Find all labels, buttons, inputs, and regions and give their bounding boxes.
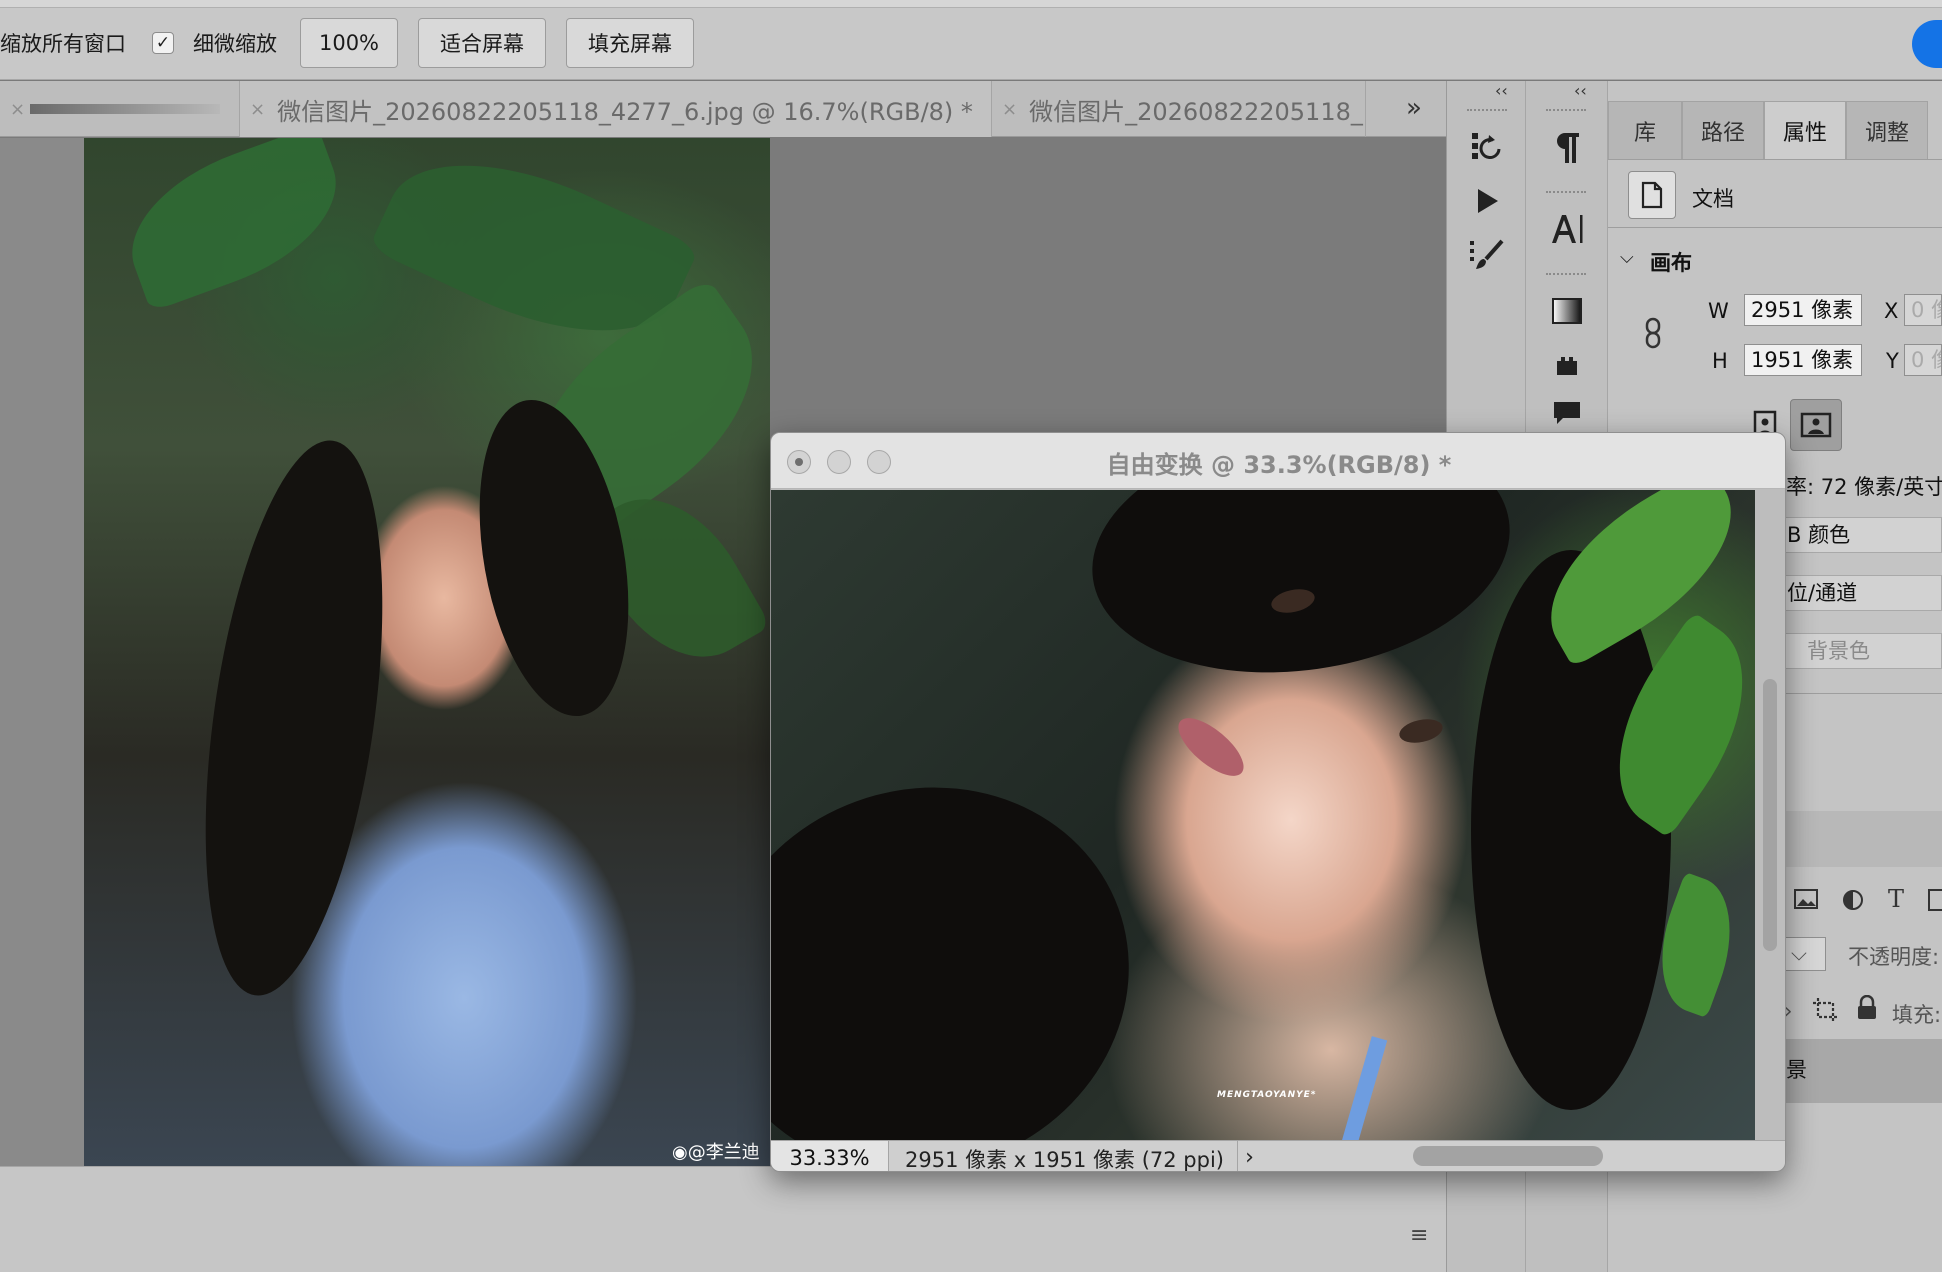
vertical-scrollbar[interactable] [1763,679,1777,951]
scrubby-zoom-checkbox[interactable]: ✓ [152,32,174,54]
scrubby-zoom-label[interactable]: 细微缩放 [193,28,277,58]
resolution-text: 率: 72 像素/英寸 [1786,475,1942,499]
grip-handle[interactable] [1546,273,1586,279]
horizontal-scrollbar[interactable] [1413,1146,1603,1166]
options-bar: 缩放所有窗口 ✓ 细微缩放 100% 适合屏幕 填充屏幕 [0,0,1942,80]
grip-handle[interactable] [1546,191,1586,197]
bit-depth-select[interactable]: 位/通道 [1782,575,1942,611]
chevron-down-icon[interactable]: ⌵ [1620,247,1634,268]
fit-screen-button[interactable]: 适合屏幕 [418,18,546,68]
leaf-shape [110,138,358,313]
character-icon[interactable] [1545,207,1589,251]
tab-paths[interactable]: 路径 [1682,101,1764,159]
crop-lock-icon[interactable] [1812,997,1840,1029]
document-tab-bar: × × 微信图片_20260822205118_4277_6.jpg @ 16.… [0,81,1446,137]
width-field[interactable]: 2951 像素 [1744,294,1862,326]
zoom-all-windows-label[interactable]: 缩放所有窗口 [0,28,126,58]
window-status-bar: 33.33% 2951 像素 x 1951 像素 (72 ppi) › [771,1140,1785,1172]
history-icon[interactable] [1465,125,1509,169]
opacity-label: 不透明度: [1848,945,1940,969]
window-titlebar[interactable]: 自由变换 @ 33.3%(RGB/8) * [771,433,1785,489]
collapse-icon[interactable]: ‹‹ [1495,81,1508,100]
fill-label: 填充: [1892,1003,1942,1027]
height-label: H [1712,349,1728,373]
gradient-icon[interactable] [1545,289,1589,333]
canvas-status-strip: ≡ [0,1166,1446,1272]
tab-libraries[interactable]: 库 [1608,101,1682,159]
tab-adjustments[interactable]: 调整 [1846,101,1928,159]
close-icon[interactable]: × [10,99,25,120]
tabs-overflow-icon[interactable]: » [1406,93,1422,123]
canvas-section-title[interactable]: 画布 [1650,247,1692,277]
image-filter-icon[interactable] [1794,889,1818,915]
blend-mode-select[interactable]: ⌵ [1784,937,1826,971]
close-icon[interactable]: × [250,99,265,120]
shape-filter-icon[interactable] [1928,889,1942,917]
tool-presets-icon[interactable] [1545,343,1589,387]
y-label: Y [1886,349,1899,373]
tab-document-2[interactable]: × 微信图片_20260822205118_4277_6.jpg @ 16.7%… [240,81,992,137]
height-field[interactable]: 1951 像素 [1744,344,1862,376]
x-label: X [1884,299,1899,323]
watermark: ◉@李兰迪 [672,1142,760,1163]
canvas-gutter [0,138,84,1168]
doc-label: 文档 [1692,187,1734,211]
close-icon[interactable]: × [1002,99,1017,120]
y-field[interactable]: 0 像 [1904,344,1942,376]
document-image-preview[interactable]: MENGTAOYANYE* [771,490,1755,1140]
photoshop-app: 缩放所有窗口 ✓ 细微缩放 100% 适合屏幕 填充屏幕 × × 微信图片_20… [0,0,1942,1272]
color-mode-select[interactable]: B 颜色 [1782,517,1942,553]
comments-icon[interactable] [1545,391,1589,435]
type-filter-icon[interactable]: T [1888,885,1904,913]
tab-properties[interactable]: 属性 [1764,101,1846,159]
divider [1608,227,1942,228]
zoom-level-field[interactable]: 33.33% [771,1141,889,1171]
document-icon [1628,171,1676,219]
free-transform-window[interactable]: 自由变换 @ 33.3%(RGB/8) * MENGTAOYANYE* 33.3… [770,432,1786,1172]
collapse-icon[interactable]: ‹‹ [1574,81,1587,100]
landscape-orientation-icon[interactable] [1790,399,1842,451]
paragraph-icon[interactable] [1545,125,1589,169]
link-icon[interactable] [1642,317,1664,356]
share-button[interactable] [1912,20,1942,68]
tab-title: 微信图片_20260822205118_4277_6.jpg @ 16.7%(R… [277,97,973,126]
fill-screen-button[interactable]: 填充屏幕 [566,18,694,68]
actions-play-icon[interactable] [1465,179,1509,223]
zoom-100-button[interactable]: 100% [300,18,398,68]
tab-document-3[interactable]: × 微信图片_20260822205118_ [992,81,1366,137]
layers-header [1782,811,1942,867]
eye-shape [1397,715,1445,747]
tab-thumbnail [30,104,220,114]
lip-shape [1169,708,1253,786]
hair-shape [771,729,1184,1140]
document-info: 2951 像素 x 1951 像素 (72 ppi) [905,1148,1224,1172]
brush-presets-icon[interactable] [1465,233,1509,277]
grip-handle[interactable] [1546,109,1586,115]
document-image[interactable]: ◉@李兰迪 [84,138,770,1168]
x-field[interactable]: 0 像 [1904,294,1942,326]
adjustment-filter-icon[interactable] [1842,889,1864,917]
tab-title: 微信图片_20260822205118_ [1029,97,1363,126]
menu-icon[interactable]: ≡ [1410,1223,1428,1248]
hair-shape [175,429,413,1007]
background-fill-select[interactable]: 背景色 [1782,633,1942,669]
watermark: MENGTAOYANYE* [1217,1090,1317,1100]
divider [1608,159,1942,160]
tab-document-1[interactable]: × [0,81,240,137]
lock-icon[interactable] [1856,994,1878,1027]
layer-row-background[interactable]: 景 [1782,1039,1942,1103]
dress-strap-shape [1338,1036,1388,1140]
grip-handle[interactable] [1467,109,1507,115]
window-title: 自由变换 @ 33.3%(RGB/8) * [1106,451,1452,479]
width-label: W [1708,299,1729,323]
status-menu-arrow-icon[interactable]: › [1237,1141,1261,1171]
